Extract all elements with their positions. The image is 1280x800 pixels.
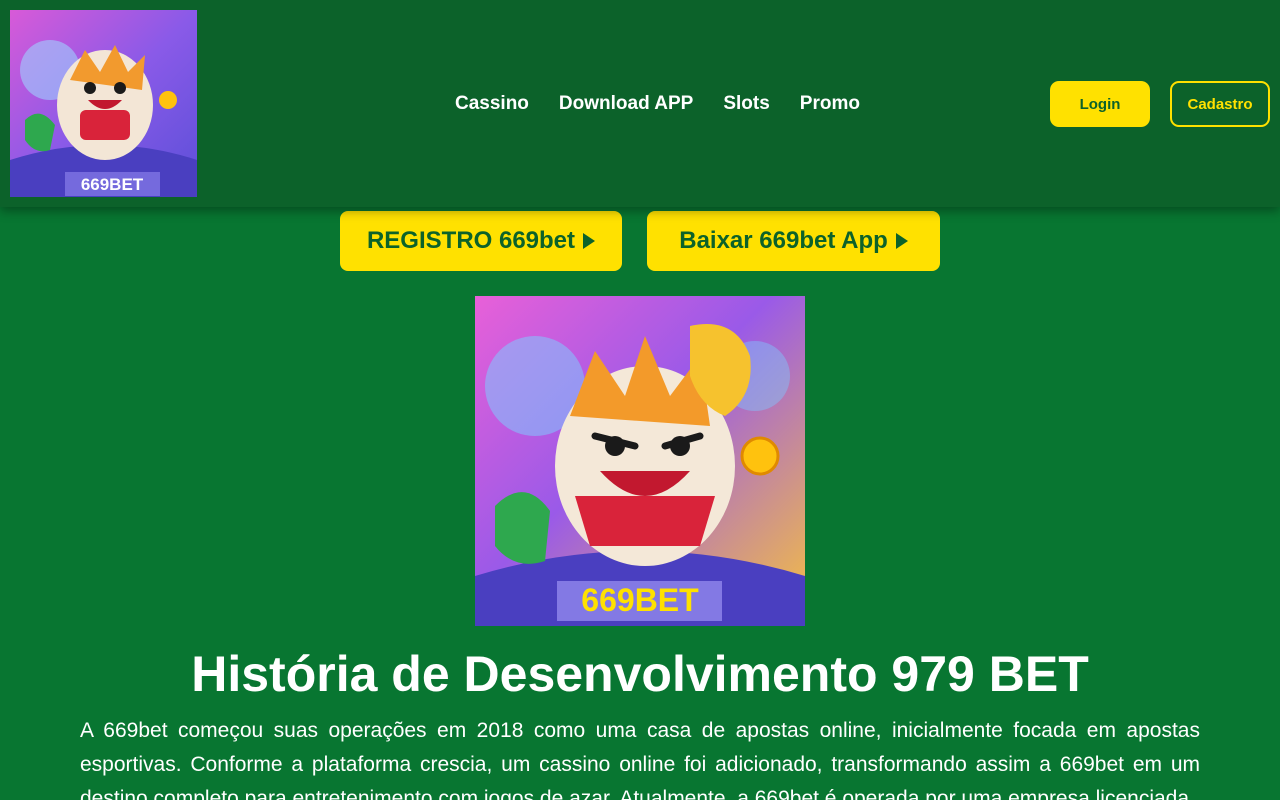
site-header: 669BET Cassino Download APP Slots Promo … (0, 0, 1280, 207)
nav-slots[interactable]: Slots (723, 90, 769, 118)
play-arrow-icon (895, 233, 908, 249)
hero-image: 669BET (475, 296, 805, 626)
register-button[interactable]: REGISTRO 669bet (340, 211, 622, 271)
nav-promo[interactable]: Promo (800, 90, 860, 118)
download-app-button-label: Baixar 669bet App (679, 227, 888, 254)
login-button[interactable]: Login (1050, 81, 1150, 127)
logo-badge-text: 669BET (81, 175, 144, 194)
register-button-label: REGISTRO 669bet (366, 227, 576, 254)
hero-badge-text: 669BET (581, 582, 699, 618)
nav-download-app[interactable]: Download APP (559, 90, 693, 118)
nav-cassino[interactable]: Cassino (455, 90, 529, 118)
cadastro-button[interactable]: Cadastro (1170, 81, 1270, 127)
play-arrow-icon (583, 233, 596, 249)
page-title: História de Desenvolvimento 979 BET (191, 646, 1089, 702)
article-paragraph: A 669bet começou suas operações em 2018 … (80, 719, 1200, 800)
main-nav: Cassino Download APP Slots Promo (455, 90, 860, 118)
site-logo[interactable]: 669BET (10, 10, 197, 197)
download-app-button[interactable]: Baixar 669bet App (647, 211, 940, 271)
